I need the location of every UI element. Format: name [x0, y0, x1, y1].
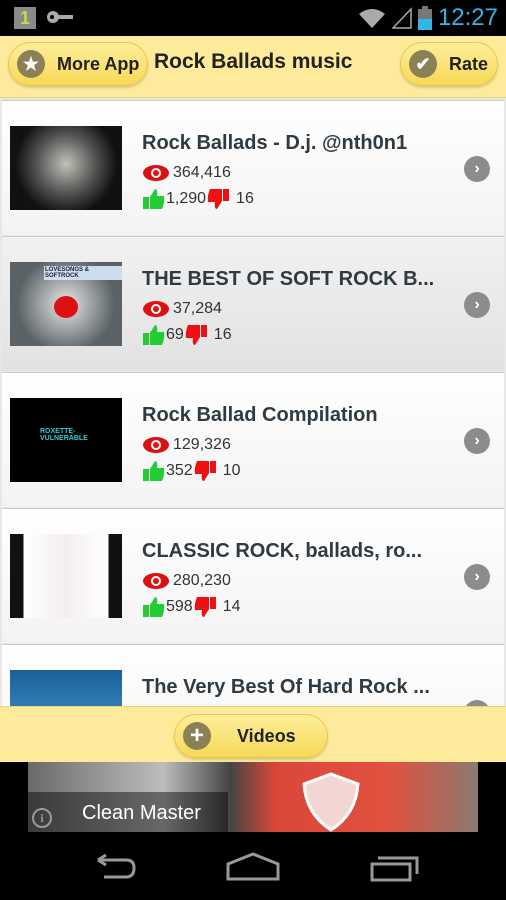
views-row: 129,326 [142, 436, 231, 454]
shield-icon [302, 772, 360, 832]
recent-apps-icon[interactable] [370, 854, 420, 882]
more-app-label: More App [57, 53, 140, 74]
thumbs-down-icon [194, 597, 216, 617]
thumbs-down-icon [194, 461, 216, 481]
star-icon: ★ [17, 50, 45, 78]
chevron-right-icon[interactable]: › [464, 428, 490, 454]
thumbs-up-icon [143, 597, 165, 617]
view-count: 280,230 [173, 572, 231, 589]
thumbs-up-icon [143, 189, 165, 209]
rate-button[interactable]: ✔ Rate [400, 42, 498, 86]
plus-icon: + [183, 722, 211, 750]
video-title: CLASSIC ROCK, ballads, ro... [142, 540, 423, 562]
thumbs-up-icon [143, 325, 165, 345]
video-list[interactable]: Rock Ballads - D.j. @nth0n1 364,416 1,29… [0, 98, 506, 706]
wifi-icon [358, 9, 385, 28]
eye-icon [143, 573, 169, 589]
thumbs-down-icon [185, 325, 207, 345]
status-bar: 1 12:27 [0, 0, 506, 36]
battery-icon [417, 6, 432, 30]
signal-icon [391, 7, 412, 29]
home-icon[interactable] [226, 852, 280, 882]
like-count: 598 [166, 598, 193, 615]
views-row: 364,416 [142, 164, 231, 182]
key-icon [47, 11, 73, 23]
like-count: 1,290 [166, 190, 207, 207]
video-thumbnail[interactable] [10, 670, 122, 706]
video-thumbnail[interactable]: ROXETTE- VULNERABLE [10, 398, 122, 482]
views-row: 280,230 [142, 572, 231, 590]
like-count: 352 [166, 462, 193, 479]
views-row: 37,284 [142, 300, 222, 318]
ad-banner[interactable]: i Clean Master [28, 762, 478, 832]
thumb-text: ROXETTE- VULNERABLE [40, 428, 88, 442]
page-title: Rock Ballads music [154, 50, 353, 73]
video-thumbnail[interactable] [10, 534, 122, 618]
rating-row: 1,290 16 [142, 188, 254, 210]
dislike-count: 14 [222, 598, 241, 615]
footer-bar: + Videos [0, 706, 506, 762]
list-item[interactable]: Rock Ballads - D.j. @nth0n1 364,416 1,29… [2, 100, 504, 235]
list-item[interactable]: CLASSIC ROCK, ballads, ro... 280,230 598… [2, 508, 504, 643]
eye-icon [143, 437, 169, 453]
video-title: Rock Ballads - D.j. @nth0n1 [142, 132, 408, 154]
check-icon: ✔ [409, 50, 437, 78]
chevron-right-icon[interactable]: › [464, 156, 490, 182]
dislike-count: 16 [236, 190, 254, 207]
view-count: 364,416 [173, 164, 231, 181]
chevron-right-icon[interactable]: › [464, 292, 490, 318]
navigation-bar [0, 832, 506, 900]
chevron-right-icon[interactable]: › [464, 564, 490, 590]
eye-icon [143, 165, 169, 181]
ad-brand: Clean Master [82, 802, 201, 824]
app-header: ★ More App Rock Ballads music ✔ Rate [0, 36, 506, 98]
thumbs-up-icon [143, 461, 165, 481]
video-thumbnail[interactable]: LOVESONGS & SOFTROCK [10, 262, 122, 346]
eye-icon [143, 301, 169, 317]
thumb-text: LOVESONGS & SOFTROCK [44, 266, 122, 280]
clock: 12:27 [437, 4, 498, 31]
dislike-count: 16 [213, 326, 232, 343]
videos-label: Videos [237, 725, 296, 746]
back-icon[interactable] [88, 854, 136, 880]
dislike-count: 10 [222, 462, 241, 479]
notification-icon: 1 [14, 7, 36, 29]
more-app-button[interactable]: ★ More App [8, 42, 148, 86]
rating-row: 69 16 [142, 324, 232, 346]
view-count: 37,284 [173, 300, 222, 317]
list-item[interactable]: LOVESONGS & SOFTROCK THE BEST OF SOFT RO… [2, 236, 504, 371]
video-thumbnail[interactable] [10, 126, 122, 210]
list-item[interactable]: ROXETTE- VULNERABLE Rock Ballad Compilat… [2, 372, 504, 507]
rating-row: 598 14 [142, 596, 241, 618]
rate-label: Rate [449, 53, 489, 74]
info-icon[interactable]: i [32, 808, 52, 828]
list-item[interactable]: The Very Best Of Hard Rock ... › [2, 644, 504, 706]
thumbs-down-icon [207, 189, 230, 209]
video-title: The Very Best Of Hard Rock ... [142, 676, 430, 698]
like-count: 69 [166, 326, 184, 343]
view-count: 129,326 [173, 436, 231, 453]
video-title: Rock Ballad Compilation [142, 404, 378, 426]
video-title: THE BEST OF SOFT ROCK B... [142, 268, 435, 290]
videos-button[interactable]: + Videos [174, 714, 328, 758]
rating-row: 352 10 [142, 460, 241, 482]
